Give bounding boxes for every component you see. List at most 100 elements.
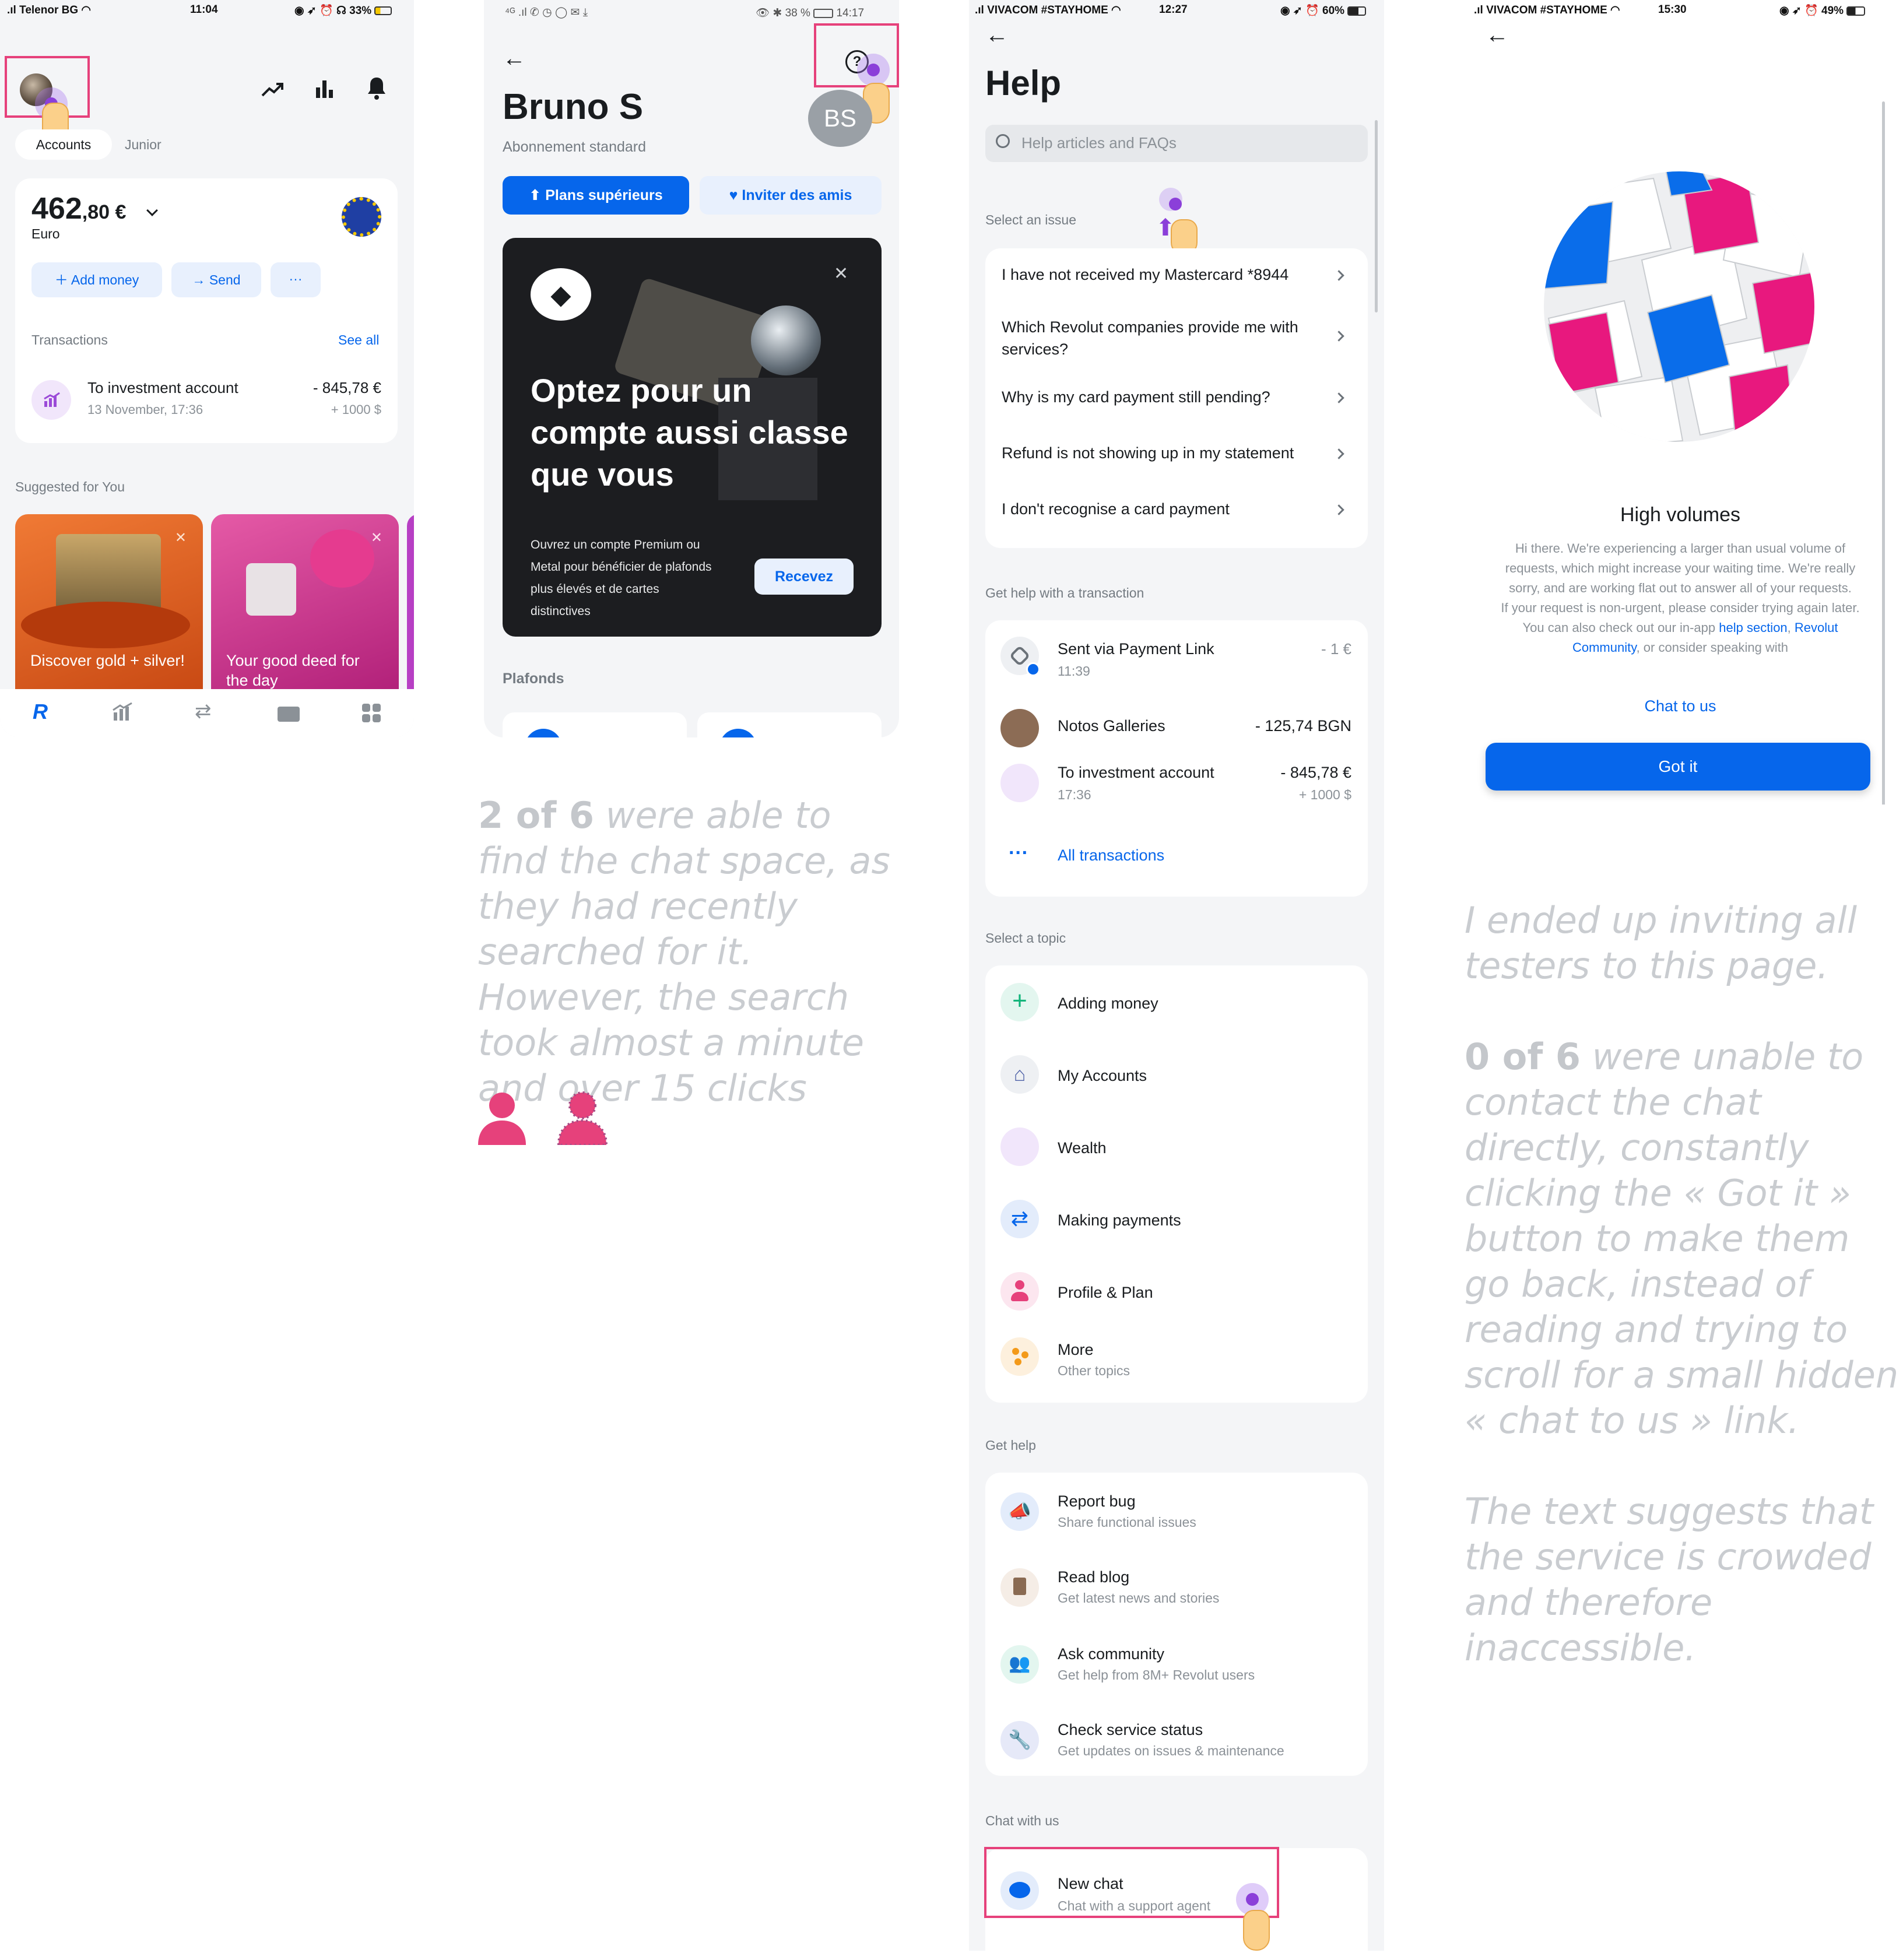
- tx-date: 13 November, 17:36: [87, 402, 203, 417]
- plan-label: Abonnement standard: [503, 139, 647, 155]
- topic-row-profile[interactable]: Profile & Plan: [985, 1270, 1368, 1328]
- invite-friends-button[interactable]: ♥ Inviter des amis: [700, 176, 882, 215]
- bell-icon[interactable]: [366, 76, 387, 100]
- promo-card-gold[interactable]: ✕ Discover gold + silver!: [15, 514, 203, 689]
- chat-to-us-link[interactable]: Chat to us: [1458, 697, 1903, 715]
- send-button[interactable]: → Send: [171, 262, 261, 297]
- carrier: Telenor BG: [19, 4, 79, 16]
- chevron-right-icon: [1333, 448, 1344, 459]
- section-topic-label: Select a topic: [985, 930, 1066, 946]
- currency-label: Euro: [31, 226, 60, 241]
- topic-row-adding-money[interactable]: + Adding money: [985, 981, 1368, 1039]
- transfer-icon: ⇄: [1000, 1200, 1039, 1238]
- topic-row-more[interactable]: More Other topics: [985, 1335, 1368, 1393]
- promo-text: Ouvrez un compte Premium ou Metal pour b…: [531, 538, 712, 618]
- report-bug-row[interactable]: 📣 Report bug Share functional issues: [985, 1487, 1368, 1545]
- back-arrow-icon[interactable]: ←: [985, 22, 1009, 48]
- status-right: ◉ ➶ ⏰ 49%: [1779, 3, 1866, 17]
- screen-home: .ıl Telenor BG ◠ 11:04 ◉ ➶ ⏰ ☊ 33% Accou…: [0, 0, 414, 737]
- issue-row[interactable]: Refund is not showing up in my statement: [985, 427, 1368, 483]
- transfer-icon[interactable]: ⇄: [195, 700, 212, 723]
- invest-icon[interactable]: [112, 702, 133, 722]
- eu-flag-icon[interactable]: [342, 197, 381, 237]
- status-bar: .ıl Telenor BG ◠: [7, 3, 91, 17]
- wealth-icon: [1000, 1127, 1039, 1166]
- screen-help: .ıl VIVACOM #STAYHOME ◠ 12:27 ◉ ➶ ⏰ 60% …: [969, 0, 1384, 1951]
- plus-icon: ＋: [54, 272, 68, 287]
- ask-community-row[interactable]: 👥 Ask community Get help from 8M+ Revolut …: [985, 1639, 1368, 1698]
- transaction-row[interactable]: Notos Galleries - 125,74 BGN: [985, 703, 1368, 761]
- wealth-icon: [1000, 764, 1039, 802]
- page-title: Help: [985, 64, 1062, 103]
- avatar[interactable]: BS: [808, 90, 872, 147]
- promo-card-peek[interactable]: [407, 514, 414, 689]
- heart-image: [310, 529, 374, 588]
- promo-card-deed[interactable]: ✕ Your good deed for the day: [211, 514, 399, 689]
- status-right: ◉ ➶ ⏰ ☊ 33%: [294, 3, 392, 17]
- status-left: .ıl VIVACOM #STAYHOME ◠: [975, 4, 1121, 16]
- promo-card-deed-title: Your good deed for the day: [226, 652, 360, 689]
- hub-icon[interactable]: [361, 703, 381, 723]
- all-transactions-link[interactable]: ··· All transactions: [985, 840, 1368, 880]
- card-icon[interactable]: [278, 707, 300, 722]
- document-icon: [1000, 1568, 1039, 1607]
- transaction-row[interactable]: Sent via Payment Link 11:39 - 1 €: [985, 632, 1368, 690]
- envelopes-illustration: [1544, 171, 1814, 442]
- promo-banner[interactable]: ◆ ✕ Optez pour un compte aussi classe qu…: [503, 238, 882, 637]
- service-status-row[interactable]: 🔧 Check service status Get updates on issu…: [985, 1715, 1368, 1773]
- search-input[interactable]: Help articles and FAQs: [985, 125, 1368, 162]
- status-right: 👁 ✱ 38 % 14:17: [756, 7, 865, 19]
- promo-card-gold-title: Discover gold + silver!: [30, 652, 185, 669]
- status-right: ◉ ➶ ⏰ 60%: [1280, 3, 1367, 17]
- search-icon: [996, 134, 1010, 148]
- upgrade-plan-button[interactable]: ⬆ Plans supérieurs: [503, 176, 689, 215]
- stats-icon[interactable]: [315, 78, 335, 99]
- limits-label: Plafonds: [503, 670, 564, 687]
- status-time: 12:27: [1159, 3, 1188, 16]
- tab-junior[interactable]: Junior: [125, 129, 161, 160]
- more-button[interactable]: ···: [271, 262, 321, 297]
- tx-row[interactable]: To investment account 13 November, 17:36…: [15, 377, 398, 426]
- touch-indicator: [857, 54, 890, 86]
- receive-button[interactable]: Recevez: [754, 559, 854, 595]
- transaction-row[interactable]: To investment account 17:36 - 845,78 € +…: [985, 756, 1368, 814]
- trend-icon[interactable]: [261, 79, 285, 99]
- topic-row-accounts[interactable]: ⌂ My Accounts: [985, 1053, 1368, 1111]
- revolut-home-icon[interactable]: R: [33, 700, 48, 724]
- issue-row[interactable]: Why is my card payment still pending?: [985, 371, 1368, 427]
- read-blog-row[interactable]: Read blog Get latest news and stories: [985, 1562, 1368, 1621]
- battery-icon: [813, 8, 834, 18]
- help-list: 📣 Report bug Share functional issues Read …: [985, 1473, 1368, 1776]
- tab-accounts[interactable]: Accounts: [15, 129, 112, 160]
- screen-high-volumes: .ıl VIVACOM #STAYHOME ◠ 15:30 ◉ ➶ ⏰ 49% …: [1458, 0, 1903, 805]
- close-icon[interactable]: ✕: [371, 529, 382, 546]
- add-money-button[interactable]: ＋ Add money: [31, 262, 162, 297]
- dialog-body: Hi there. We're experiencing a larger th…: [1501, 541, 1860, 655]
- back-arrow-icon[interactable]: ←: [1486, 22, 1509, 48]
- merchant-logo: [1000, 709, 1039, 747]
- help-section-link[interactable]: help section: [1719, 620, 1787, 635]
- chevron-right-icon: [1333, 331, 1344, 342]
- profile-name: Bruno S: [503, 87, 644, 127]
- close-icon[interactable]: ✕: [175, 529, 187, 546]
- issue-row[interactable]: I have not received my Mastercard *8944: [985, 248, 1368, 302]
- section-issue-label: Select an issue: [985, 212, 1076, 227]
- person-icon: [1000, 1272, 1039, 1311]
- close-icon[interactable]: ✕: [834, 264, 848, 284]
- signal-icon: .ıl: [1474, 4, 1487, 16]
- pointing-hand-icon: [1243, 1910, 1270, 1951]
- see-all-link[interactable]: See all: [338, 332, 379, 348]
- limit-card[interactable]: [697, 712, 882, 737]
- got-it-button[interactable]: Got it: [1486, 743, 1870, 791]
- scrollbar[interactable]: [1375, 120, 1378, 312]
- topics-list: + Adding money ⌂ My Accounts Wealth ⇄ Makin…: [985, 965, 1368, 1403]
- back-arrow-icon[interactable]: ←: [503, 45, 526, 72]
- topic-row-payments[interactable]: ⇄ Making payments: [985, 1197, 1368, 1256]
- wifi-icon: ◠: [1111, 4, 1121, 16]
- issue-row[interactable]: I don't recognise a card payment: [985, 483, 1368, 539]
- topic-row-wealth[interactable]: Wealth: [985, 1125, 1368, 1183]
- search-placeholder: Help articles and FAQs: [1021, 134, 1177, 152]
- chevron-down-icon[interactable]: [146, 205, 158, 216]
- issue-row[interactable]: Which Revolut companies provide me with …: [985, 302, 1368, 371]
- limit-card[interactable]: [503, 712, 687, 737]
